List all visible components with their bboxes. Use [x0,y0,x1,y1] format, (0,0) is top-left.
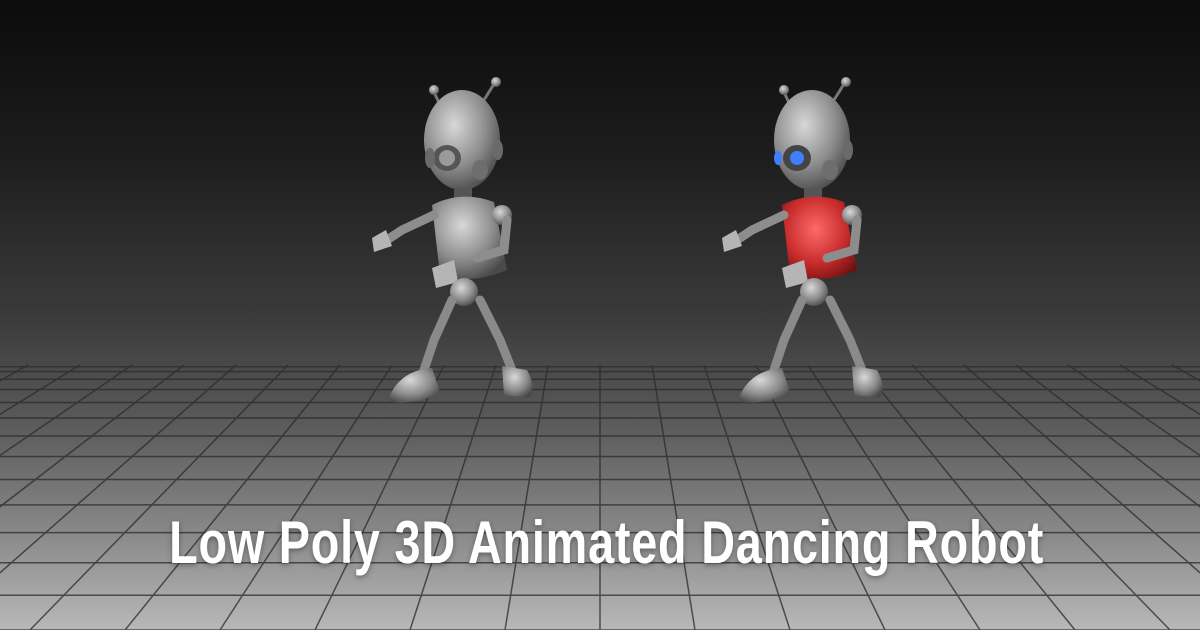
robot-red-vest-eye [790,151,804,165]
grid-lines [0,364,1200,630]
robot-gray [362,70,562,410]
robot-gray-illustration [372,77,533,403]
robot-gray-eye [439,150,455,166]
scene-canvas: Low Poly 3D Animated Dancing Robot [0,0,1200,630]
robot-red-vest [712,70,912,410]
robot-red-vest-illustration [722,77,883,403]
banner-title: Low Poly 3D Animated Dancing Robot [169,509,1045,576]
